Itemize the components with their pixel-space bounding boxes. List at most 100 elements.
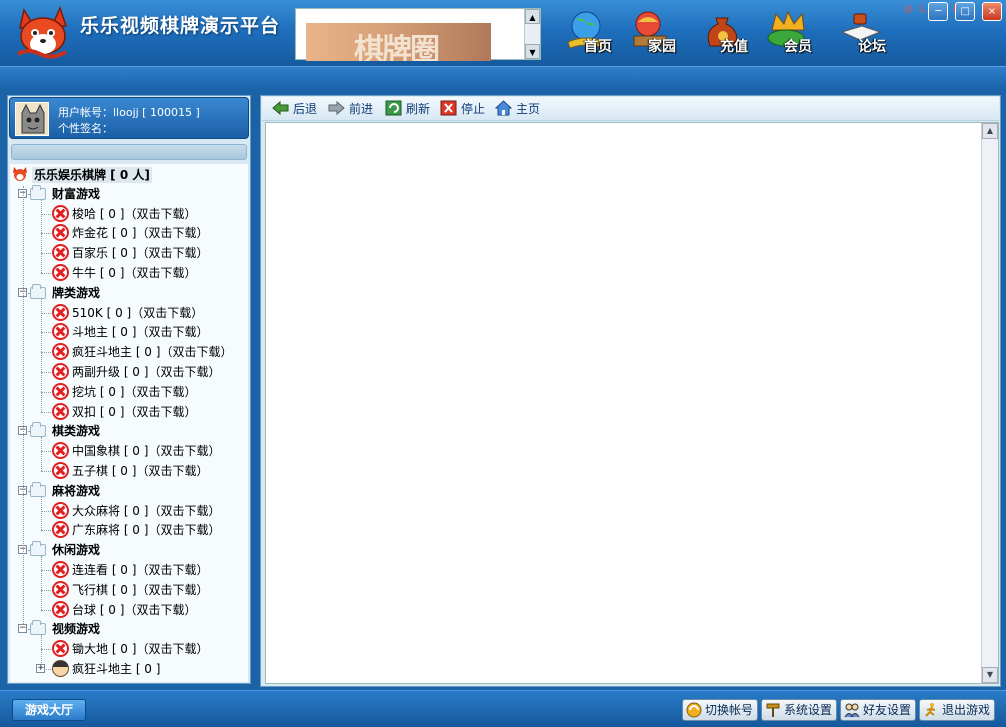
browser-toolbar: 后退 前进 刷新 停止 主页 (262, 97, 999, 121)
ad-scrollbar[interactable]: ▲ ▼ (524, 9, 540, 59)
game-item[interactable]: 疯狂斗地主 [ 0 ] (52, 659, 160, 679)
tree-root[interactable]: 乐乐娱乐棋牌 [ 0 人] (12, 165, 152, 185)
browser-content[interactable]: ▲ ▼ (265, 122, 999, 684)
game-item[interactable]: 五子棋 [ 0 ]（双击下载） (52, 461, 208, 481)
game-item[interactable]: 梭哈 [ 0 ]（双击下载） (52, 204, 196, 224)
maximize-button[interactable]: □ (955, 2, 976, 21)
stop-label: 停止 (461, 102, 486, 116)
game-item[interactable]: 疯狂斗地主 [ 0 ]（双击下载） (52, 342, 232, 362)
friend-settings-label: 好友设置 (863, 703, 912, 717)
game-item[interactable]: 牛牛 [ 0 ]（双击下载） (52, 263, 196, 283)
game-item[interactable]: 斗地主 [ 0 ]（双击下载） (52, 322, 208, 342)
vertical-scrollbar[interactable]: ▲ ▼ (981, 123, 998, 683)
nav-home-button[interactable]: 首页 (562, 6, 630, 60)
not-installed-icon (52, 462, 69, 479)
game-item-label: 510K [ 0 ]（双击下载） (72, 305, 204, 320)
game-item-label: 中国象棋 [ 0 ]（双击下载） (72, 444, 221, 459)
tree-category-label: 麻将游戏 (52, 483, 101, 498)
not-installed-icon (52, 521, 69, 539)
system-settings-label: 系统设置 (784, 703, 833, 717)
game-item[interactable]: 大众麻将 [ 0 ]（双击下载） (52, 501, 220, 521)
scroll-down-icon[interactable]: ▼ (525, 44, 540, 59)
switch-account-button[interactable]: 切换帐号 (682, 699, 759, 721)
game-item-label: 广东麻将 [ 0 ]（双击下载） (72, 523, 221, 538)
nav-forum-button[interactable]: 论坛 (836, 6, 904, 60)
fox-logo-icon (16, 5, 68, 59)
stop-button[interactable]: 停止 (440, 100, 485, 118)
not-installed-icon (52, 501, 69, 519)
system-settings-button[interactable]: 系统设置 (761, 699, 838, 721)
close-button[interactable]: × (982, 2, 1002, 21)
game-item[interactable]: 两副升级 [ 0 ]（双击下载） (52, 362, 220, 382)
folder-icon (30, 620, 46, 636)
game-item-label: 飞行棋 [ 0 ]（双击下载） (72, 582, 209, 597)
game-item[interactable]: 连连看 [ 0 ]（双击下载） (52, 560, 208, 580)
tree-connector (41, 199, 42, 273)
scroll-up-icon[interactable]: ▲ (982, 123, 998, 139)
player-face-icon (52, 660, 69, 677)
scroll-up-icon[interactable]: ▲ (525, 9, 540, 24)
game-item-label: 两副升级 [ 0 ]（双击下载） (72, 365, 221, 379)
game-item[interactable]: 炸金花 [ 0 ]（双击下载） (52, 223, 208, 243)
friend-settings-button[interactable]: 好友设置 (840, 699, 917, 721)
game-list-panel: 用户帐号：lloojj [ 100015 ] 个性签名： 乐乐娱乐棋牌 [ 0 … (7, 95, 251, 684)
not-installed-icon (52, 264, 69, 281)
game-tree: 乐乐娱乐棋牌 [ 0 人] − 财富游戏 梭哈 [ 0 ]（双击下载） 炸金花 [ 0 … (10, 164, 248, 682)
game-item-label: 五子棋 [ 0 ]（双击下载） (72, 464, 209, 478)
minimize-button[interactable]: ─ (928, 2, 949, 21)
nav-member-button[interactable]: 会员 (762, 6, 830, 60)
game-item[interactable]: 台球 [ 0 ]（双击下载） (52, 600, 196, 620)
header-strip (0, 66, 1006, 90)
forward-arrow-icon (328, 100, 345, 116)
search-bar[interactable] (11, 144, 247, 160)
game-item[interactable]: 双扣 [ 0 ]（双击下载） (52, 402, 196, 422)
folder-icon (30, 422, 46, 438)
game-item-label: 疯狂斗地主 [ 0 ] (72, 662, 161, 676)
ad-text: 棋牌圈 (354, 33, 440, 61)
not-installed-icon (52, 224, 69, 242)
game-item-label: 百家乐 [ 0 ]（双击下载） (72, 246, 209, 261)
avatar-icon (16, 103, 48, 135)
game-item-label: 炸金花 [ 0 ]（双击下载） (72, 226, 209, 241)
fox-logo-icon (12, 166, 28, 182)
game-item[interactable]: 中国象棋 [ 0 ]（双击下载） (52, 441, 220, 461)
game-item-label: 台球 [ 0 ]（双击下载） (72, 602, 197, 617)
nav-homestead-button[interactable]: 家园 (626, 6, 694, 60)
game-lobby-button[interactable]: 游戏大厅 (12, 699, 86, 721)
ad-image[interactable]: 棋牌圈 (306, 23, 491, 61)
tree-connector (41, 635, 42, 669)
game-item-label: 斗地主 [ 0 ]（双击下载） (72, 325, 209, 340)
exit-game-button[interactable]: 退出游戏 (919, 699, 996, 721)
switch-account-label: 切换帐号 (705, 703, 754, 717)
avatar[interactable] (15, 102, 49, 136)
exit-runner-icon (925, 703, 936, 717)
game-item[interactable]: 锄大地 [ 0 ]（双击下载） (52, 639, 208, 659)
not-installed-icon (52, 343, 69, 361)
nav-label: 论坛 (858, 39, 886, 55)
scroll-down-icon[interactable]: ▼ (982, 667, 998, 683)
game-item-label: 锄大地 [ 0 ]（双击下载） (72, 642, 209, 657)
forward-button[interactable]: 前进 (328, 100, 373, 118)
tree-connector (23, 185, 24, 625)
user-signature: 个性签名： (58, 122, 113, 135)
game-item[interactable]: 百家乐 [ 0 ]（双击下载） (52, 243, 208, 263)
ad-banner[interactable]: 棋牌圈 ▲ ▼ (295, 8, 541, 61)
nav-label: 家园 (648, 39, 676, 55)
not-installed-icon (52, 363, 69, 380)
game-item[interactable]: 飞行棋 [ 0 ]（双击下载） (52, 580, 208, 600)
tree-connector (41, 496, 42, 531)
not-installed-icon (52, 442, 69, 460)
not-installed-icon (52, 382, 69, 400)
game-item[interactable]: 510K [ 0 ]（双击下载） (52, 303, 203, 323)
back-button[interactable]: 后退 (272, 100, 317, 118)
tree-connector (41, 556, 42, 610)
game-item[interactable]: 广东麻将 [ 0 ]（双击下载） (52, 520, 220, 540)
game-item-label: 挖坑 [ 0 ]（双击下载） (72, 384, 197, 399)
refresh-button[interactable]: 刷新 (385, 100, 430, 118)
tree-expander[interactable]: − (18, 624, 27, 634)
game-item-label: 牛牛 [ 0 ]（双击下载） (72, 266, 197, 280)
game-item[interactable]: 挖坑 [ 0 ]（双击下载） (52, 382, 196, 402)
home-button[interactable]: 主页 (495, 100, 540, 118)
nav-recharge-button[interactable]: 充值 (698, 6, 766, 60)
nav-label: 会员 (784, 39, 812, 55)
